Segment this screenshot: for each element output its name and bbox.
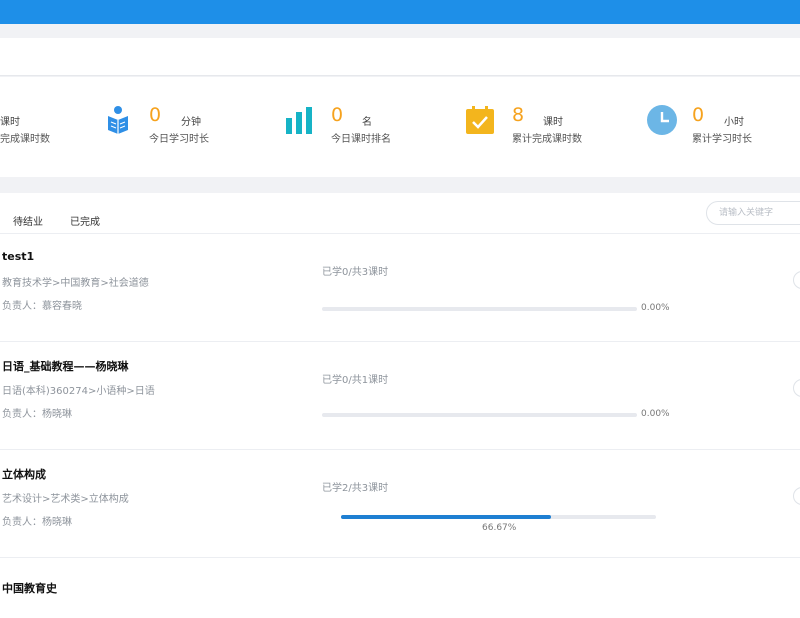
course-title[interactable]: 日语_基础教程——杨晓琳 [2,358,129,374]
stat-value: 0 [692,104,705,126]
tab-completed[interactable]: 已完成 [70,213,100,228]
course-category-path: 日语(本科)360274>小语种>日语 [2,386,155,397]
stat-value: 0 [331,104,344,126]
progress-track [322,307,637,311]
course-owner: 负责人：杨晓琳 [2,409,72,420]
stat-label: 今日学习时长 [149,134,209,145]
progress-track [322,413,637,417]
stat-value: 8 [512,104,525,126]
calendar-check-icon [464,104,496,136]
learning-stats-panel: 课时 完成课时数 0 分钟 今日学习时长 0 名 今日课时排名 8 课时 累计完… [0,77,800,177]
course-card[interactable]: 中国教育史 [0,558,800,618]
course-list-panel: 待结业 已完成 请输入关键字 test1 教育技术学>中国教育>社会道德 负责人… [0,193,800,618]
stat-unit: 分钟 [181,117,201,128]
stat-total-study-time: 0 小时 累计学习时长 [644,77,800,177]
secondary-bar [0,38,800,76]
course-owner: 负责人：慕容春晓 [2,301,82,312]
course-action-button[interactable] [793,271,800,289]
bar-chart-icon [283,104,315,136]
course-card[interactable]: 立体构成 艺术设计>艺术类>立体构成 负责人：杨晓琳 已学2/共3课时 66.6… [0,450,800,558]
course-action-button[interactable] [793,379,800,397]
course-category-path: 教育技术学>中国教育>社会道德 [2,278,149,289]
stat-today-rank: 0 名 今日课时排名 [280,77,430,177]
stat-today-study-time: 0 分钟 今日学习时长 [100,77,250,177]
course-action-button[interactable] [793,487,800,505]
course-category-path: 艺术设计>艺术类>立体构成 [2,494,129,505]
progress-track [341,515,656,519]
search-input[interactable]: 请输入关键字 [706,201,800,225]
progress-fill [341,515,551,519]
reading-person-icon [102,104,134,136]
course-title[interactable]: 立体构成 [2,466,46,482]
course-study-progress-text: 已学0/共1课时 [322,375,389,386]
stat-total-completed-lessons: 8 课时 累计完成课时数 [462,77,622,177]
course-card[interactable]: 日语_基础教程——杨晓琳 日语(本科)360274>小语种>日语 负责人：杨晓琳… [0,342,800,450]
progress-percent: 0.00% [641,303,670,313]
stat-label: 今日课时排名 [331,134,391,145]
progress-percent: 0.00% [641,409,670,419]
course-owner: 负责人：杨晓琳 [2,517,72,528]
course-card[interactable]: test1 教育技术学>中国教育>社会道德 负责人：慕容春晓 已学0/共3课时 … [0,234,800,342]
clock-icon [646,104,678,136]
course-tabs: 待结业 已完成 请输入关键字 [0,193,800,234]
stat-value: 0 [149,104,162,126]
top-navigation-bar [0,0,800,24]
tab-pending-completion[interactable]: 待结业 [13,213,43,228]
stat-unit: 名 [362,117,372,128]
stat-label: 完成课时数 [0,134,50,145]
course-study-progress-text: 已学2/共3课时 [322,483,389,494]
course-title[interactable]: test1 [2,250,34,263]
course-title[interactable]: 中国教育史 [2,580,57,596]
stat-label: 累计学习时长 [692,134,752,145]
stat-unit: 课时 [543,117,563,128]
stat-unit: 小时 [724,117,744,128]
stat-unit: 课时 [0,117,20,128]
stat-label: 累计完成课时数 [512,134,582,145]
course-study-progress-text: 已学0/共3课时 [322,267,389,278]
stat-completed-lessons: 课时 完成课时数 [0,77,90,177]
progress-percent: 66.67% [482,523,517,533]
